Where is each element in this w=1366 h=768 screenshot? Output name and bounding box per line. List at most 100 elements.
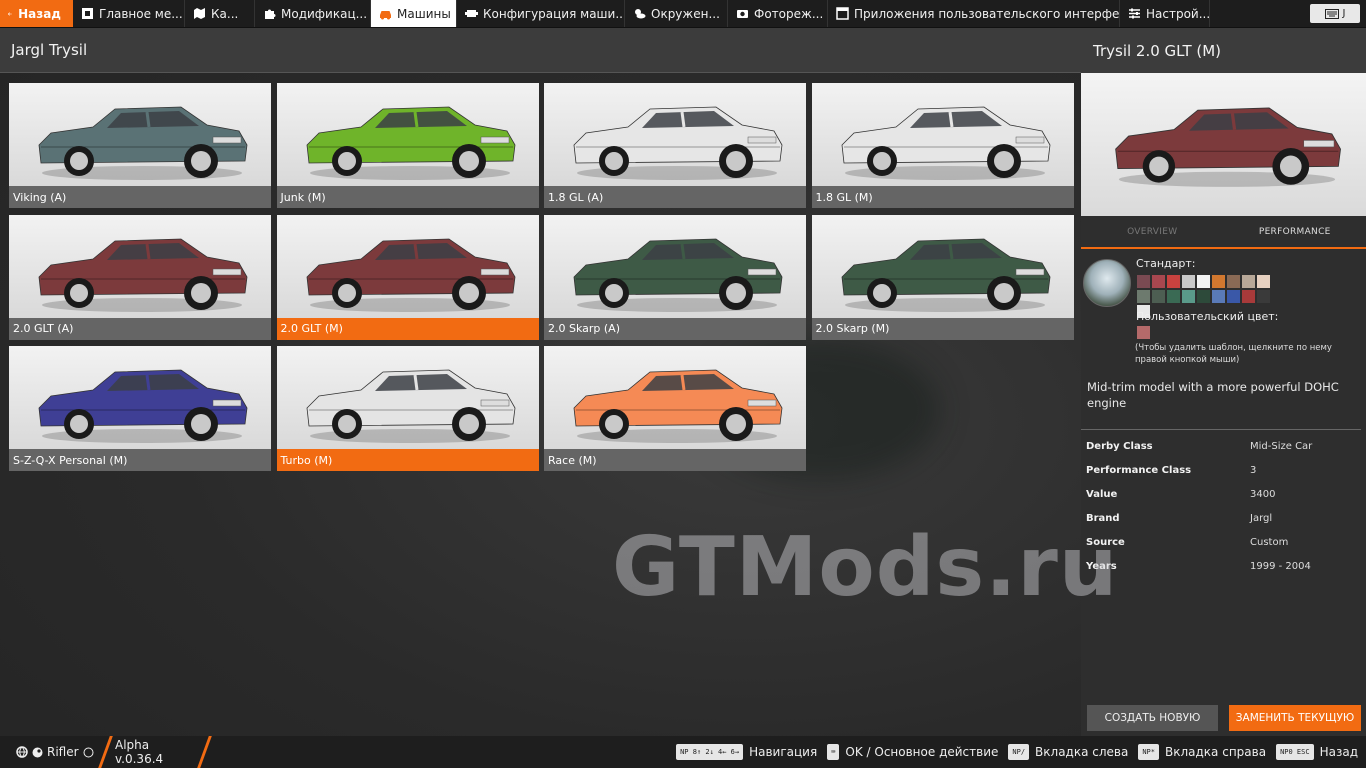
config-photo [9,214,271,318]
car-image [841,106,1050,180]
detail-panel: Trysil 2.0 GLT (M) OVERVIEW PERFORMANCE … [1081,28,1366,736]
config-card[interactable]: 1.8 GL (A) [544,83,806,208]
tab-ui-apps[interactable]: Приложения пользовательского интерфе... [828,0,1120,27]
preview-car-image [1115,107,1341,187]
tab-label: Фотореж... [754,6,824,21]
back-button[interactable]: Назад [0,0,73,27]
key-hint[interactable]: NP 8↑ 2↓ 4← 6→ Навигация [676,744,817,760]
divider [197,736,212,768]
model-title: Jargl Trysil [11,41,88,59]
replace-current-button[interactable]: ЗАМЕНИТЬ ТЕКУЩУЮ [1229,705,1361,731]
watermark: GTMods.ru [612,520,1119,615]
tab-vehicles[interactable]: Машины [371,0,457,27]
paint-swatch[interactable] [1152,275,1165,288]
spec-value: Jargl [1250,512,1273,524]
config-card[interactable]: S-Z-Q-X Personal (M) [9,346,271,471]
paint-swatch[interactable] [1167,290,1180,303]
keyboard-key-icon: NP 8↑ 2↓ 4← 6→ [676,744,744,760]
tab-performance[interactable]: PERFORMANCE [1224,216,1366,247]
bottom-status-bar: Rifler Alpha v.0.36.4 NP 8↑ 2↓ 4← 6→ Нави… [0,736,1366,768]
spec-row: Derby Class Mid-Size Car [1081,434,1361,458]
tab-overview-label: OVERVIEW [1127,226,1178,237]
car-icon [380,11,391,20]
paint-swatch[interactable] [1182,290,1195,303]
tab-label: Приложения пользовательского интерфе... [854,6,1120,21]
paint-swatch[interactable] [1212,275,1225,288]
key-hint[interactable]: ⌨ OK / Основное действие [827,744,998,760]
paint-swatch[interactable] [1227,290,1240,303]
config-card[interactable]: 1.8 GL (M) [811,83,1074,208]
steam-badge-icon [83,747,94,757]
config-photo [811,214,1074,318]
apps-icon [836,7,849,20]
paint-swatch[interactable] [1197,290,1210,303]
paint-swatch[interactable] [1182,275,1195,288]
config-card[interactable]: 2.0 Skarp (M) [811,214,1074,340]
tab-environment[interactable]: Окружен... [625,0,728,27]
user-input-button[interactable]: J [1310,4,1360,23]
tab-main-menu[interactable]: Главное ме... [73,0,185,27]
paint-swatch[interactable] [1257,275,1270,288]
config-photo [276,83,539,186]
config-photo [276,214,539,318]
config-label: 2.0 GLT (M) [276,317,539,340]
config-card[interactable]: Junk (M) [276,83,539,208]
key-hint-label: Назад [1319,745,1358,759]
key-hint[interactable]: NP/Вкладка слева [1008,744,1128,760]
detail-title-bar: Trysil 2.0 GLT (M) [1081,28,1366,73]
version-label: Alpha v.0.36.4 [115,738,164,766]
config-card[interactable]: 2.0 Skarp (A) [544,214,806,340]
tab-overview[interactable]: OVERVIEW [1081,216,1224,247]
back-label: Назад [18,6,61,21]
tab-label: Машины [397,6,451,21]
config-label: Race (M) [544,449,806,471]
config-card[interactable]: 2.0 GLT (M) [276,214,539,340]
config-card[interactable]: Race (M) [544,346,806,471]
engine-icon [465,10,478,17]
key-hint-label: OK / Основное действие [845,745,999,759]
tab-map[interactable]: Ка... [185,0,255,27]
tab-vehicle-config[interactable]: Конфигурация маши... [457,0,625,27]
key-hint[interactable]: NP* Вкладка справа [1138,744,1266,760]
paint-swatch[interactable] [1242,275,1255,288]
spec-key: Performance Class [1086,464,1192,476]
tab-performance-label: PERFORMANCE [1258,226,1331,237]
spec-value: 3 [1250,464,1257,476]
tab-photo-mode[interactable]: Фотореж... [728,0,828,27]
paint-swatch[interactable] [1152,290,1165,303]
config-card[interactable]: 2.0 GLT (A) [9,214,271,340]
globe-icon [16,746,28,758]
paint-swatch[interactable] [1197,275,1210,288]
tab-mods[interactable]: Модификац... [255,0,371,27]
paint-swatch[interactable] [1137,290,1150,303]
tab-label: Окружен... [651,6,720,21]
car-image [841,238,1050,312]
key-hint-label: Навигация [749,745,818,759]
custom-paint-swatch[interactable] [1137,326,1150,339]
car-image [38,238,248,312]
spec-row: Years 1999 - 2004 [1081,554,1361,578]
keyboard-key-icon: NP/ [1008,744,1030,760]
paint-section: Стандарт: Пользовательский цвет: (Чтобы … [1081,249,1366,369]
create-new-button[interactable]: СОЗДАТЬ НОВУЮ [1087,705,1218,731]
paint-swatch[interactable] [1212,290,1225,303]
paint-swatch[interactable] [1227,275,1240,288]
tab-settings[interactable]: Настрой... [1120,0,1210,27]
config-card[interactable]: Turbo (M) [276,346,539,471]
config-label: 1.8 GL (A) [544,186,806,208]
paint-swatch[interactable] [1257,290,1270,303]
config-label: Viking (A) [9,186,271,208]
config-photo [9,83,271,186]
keyboard-key-icon: NP* [1138,744,1159,760]
config-photo [811,83,1074,186]
puzzle-icon [265,9,276,19]
config-card[interactable]: Viking (A) [9,83,271,208]
user-info[interactable]: Rifler [0,745,96,759]
config-photo [544,346,806,449]
steam-icon [32,747,43,757]
paint-swatch[interactable] [1137,275,1150,288]
paint-swatch[interactable] [1242,290,1255,303]
paint-swatch[interactable] [1167,275,1180,288]
key-hint[interactable]: NP0 ESC Назад [1276,744,1358,760]
map-icon [194,8,205,19]
